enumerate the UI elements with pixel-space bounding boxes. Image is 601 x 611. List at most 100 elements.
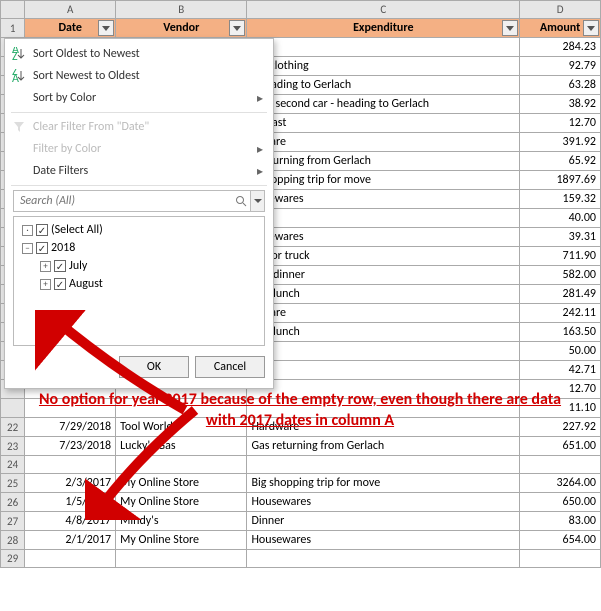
cell[interactable]: Dinner [247,512,520,531]
expand-icon[interactable]: + [40,279,51,290]
cell[interactable] [116,550,247,568]
cell[interactable] [247,361,520,380]
checkbox-icon[interactable]: ✓ [36,242,48,254]
cell[interactable] [25,399,116,418]
cell[interactable] [247,550,520,568]
cell[interactable] [116,456,247,474]
cell[interactable]: 2/3/2017 [25,474,116,493]
cell[interactable]: 11.10 [520,399,601,418]
search-dropdown-icon[interactable] [250,191,264,211]
cell[interactable]: nner [247,209,520,228]
cell[interactable]: 92.79 [520,57,601,76]
filter-button-vendor[interactable] [229,20,245,36]
cell[interactable]: am clothing [247,57,520,76]
cell[interactable]: s for second car - heading to Gerlach [247,95,520,114]
row-header[interactable]: 27 [1,512,25,531]
cell[interactable]: My Online Store [116,531,247,550]
table-row[interactable]: 11.10 [1,399,601,418]
checkbox-icon[interactable]: ✓ [54,260,66,272]
cell[interactable]: Gas returning from Gerlach [247,437,520,456]
cell[interactable]: 65.92 [520,152,601,171]
cell[interactable]: 163.50 [520,323,601,342]
cancel-button[interactable]: Cancel [195,356,265,378]
cell[interactable] [25,456,116,474]
cell[interactable]: 12.70 [520,380,601,399]
row-header[interactable]: 29 [1,550,25,568]
cell[interactable]: s returning from Gerlach [247,152,520,171]
collapse-icon[interactable]: − [22,243,33,254]
cell[interactable]: 227.92 [520,418,601,437]
cell[interactable]: 12.70 [520,114,601,133]
cell[interactable]: rdware [247,133,520,152]
cell[interactable]: oup dinner [247,266,520,285]
tree-year-2018[interactable]: −✓2018 [18,239,260,257]
tree-month-august[interactable]: +✓August [18,275,260,293]
cell[interactable]: 650.00 [520,493,601,512]
cell[interactable]: iens [247,38,520,57]
cell[interactable] [520,456,601,474]
cell[interactable]: 651.00 [520,437,601,456]
checkbox-icon[interactable]: ✓ [54,278,66,290]
table-row[interactable]: 252/3/2017My Online StoreBig shopping tr… [1,474,601,493]
cell[interactable]: 63.28 [520,76,601,95]
menu-sort-color[interactable]: Sort by Color▸ [5,87,273,109]
expand-icon[interactable]: + [40,261,51,272]
cell[interactable]: eakfast [247,114,520,133]
cell[interactable]: Big shopping trip for move [247,474,520,493]
cell[interactable]: 42.71 [520,361,601,380]
menu-sort-newest[interactable]: ZASort Newest to Oldest [5,65,273,87]
cell[interactable]: 1897.69 [520,171,601,190]
cell[interactable]: 4/8/2017 [25,512,116,531]
cell[interactable]: ousewares [247,190,520,209]
cell[interactable] [247,399,520,418]
cell[interactable]: s [247,342,520,361]
row-header[interactable]: 25 [1,474,25,493]
table-row[interactable]: 29 [1,550,601,568]
cell[interactable]: rdware [247,304,520,323]
row-header[interactable]: 22 [1,418,25,437]
cell[interactable] [247,456,520,474]
row-header[interactable]: 26 [1,493,25,512]
cell[interactable]: 3264.00 [520,474,601,493]
cell[interactable]: Lucky's Gas [116,437,247,456]
col-header-a[interactable]: A [25,1,116,19]
cell[interactable] [520,550,601,568]
col-header-b[interactable]: B [116,1,247,19]
corner-cell[interactable] [1,1,25,19]
cell[interactable] [116,399,247,418]
table-row[interactable]: 261/5/2017My Online StoreHousewares650.0… [1,493,601,512]
checkbox-icon[interactable]: ✓ [36,224,48,236]
ok-button[interactable]: OK [119,356,189,378]
cell[interactable]: Housewares [247,493,520,512]
table-row[interactable]: 274/8/2017Mindy'sDinner83.00 [1,512,601,531]
cell[interactable] [247,380,520,399]
cell[interactable]: oup lunch [247,323,520,342]
cell[interactable]: 281.49 [520,285,601,304]
table-row[interactable]: 237/23/2018Lucky's GasGas returning from… [1,437,601,456]
cell[interactable]: 159.32 [520,190,601,209]
cell[interactable]: Mindy's [116,512,247,531]
row-header[interactable]: 23 [1,437,25,456]
menu-sort-oldest[interactable]: AZSort Oldest to Newest [5,43,273,65]
cell[interactable]: Hardware [247,418,520,437]
tree-select-all[interactable]: ·✓(Select All) [18,221,260,239]
cell[interactable]: 284.23 [520,38,601,57]
cell[interactable]: oup lunch [247,285,520,304]
row-header[interactable]: 24 [1,456,25,474]
cell[interactable]: s heading to Gerlach [247,76,520,95]
cell[interactable]: Tool World [116,418,247,437]
cell[interactable]: 38.92 [520,95,601,114]
tree-month-july[interactable]: +✓July [18,257,260,275]
cell[interactable]: 1/5/2017 [25,493,116,512]
cell[interactable]: My Online Store [116,474,247,493]
filter-button-amount[interactable] [583,20,599,36]
cell[interactable]: 242.11 [520,304,601,323]
cell[interactable] [25,550,116,568]
cell[interactable]: 7/29/2018 [25,418,116,437]
row-header[interactable] [1,399,25,418]
cell[interactable]: 582.00 [520,266,601,285]
cell[interactable]: My Online Store [116,493,247,512]
row-header[interactable]: 28 [1,531,25,550]
cell[interactable]: 391.92 [520,133,601,152]
cell[interactable]: 50.00 [520,342,601,361]
